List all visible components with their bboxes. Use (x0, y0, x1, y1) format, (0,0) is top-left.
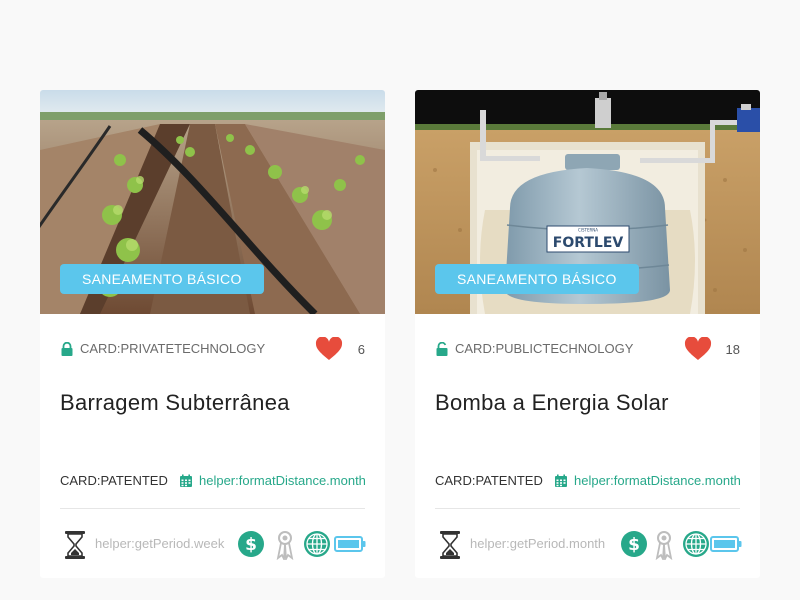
period-text: helper:getPeriod.week (95, 536, 225, 551)
svg-text:CISTERNA: CISTERNA (578, 228, 598, 233)
card-image[interactable]: SANEAMENTO BÁSICO (40, 90, 385, 314)
svg-text:$: $ (245, 535, 257, 555)
heart-icon[interactable] (684, 337, 712, 361)
card-title[interactable]: Bomba a Energia Solar (435, 390, 750, 416)
battery-icon (710, 536, 742, 552)
heart-icon[interactable] (315, 337, 343, 361)
technology-card[interactable]: SANEAMENTO BÁSICO CARD:PRIVATETECHNOLOGY… (40, 90, 385, 578)
svg-text:FORTLEV: FORTLEV (553, 235, 624, 251)
award-ribbon-icon (655, 531, 673, 560)
svg-text:$: $ (628, 535, 640, 555)
date-text: helper:formatDistance.month (574, 473, 741, 488)
card-title[interactable]: Barragem Subterrânea (60, 390, 375, 416)
award-ribbon-icon (276, 531, 294, 560)
dollar-icon: $ (621, 531, 647, 557)
technology-type-label: CARD:PRIVATETECHNOLOGY (80, 341, 266, 356)
battery-icon (334, 536, 366, 552)
globe-icon (683, 531, 709, 557)
patent-row: CARD:PATENTED helper:formatDistance.mont… (435, 472, 760, 492)
patent-row: CARD:PATENTED helper:formatDistance.mont… (60, 472, 385, 492)
like-count: 6 (357, 342, 365, 357)
period-text: helper:getPeriod.month (470, 536, 606, 551)
patent-status: CARD:PATENTED (435, 473, 543, 488)
category-badge[interactable]: SANEAMENTO BÁSICO (435, 264, 639, 294)
card-footer: helper:getPeriod.week $ (60, 528, 366, 560)
technology-type-label: CARD:PUBLICTECHNOLOGY (455, 341, 634, 356)
globe-icon (304, 531, 330, 557)
hourglass-icon (440, 531, 460, 559)
lock-icon (61, 342, 73, 356)
card-image[interactable]: CISTERNA FORTLEV SANEAMENTO BÁSICO (415, 90, 760, 314)
like-count: 18 (725, 342, 740, 357)
technology-card[interactable]: CISTERNA FORTLEV SANEAMENTO BÁSICO CARD:… (415, 90, 760, 578)
dollar-icon: $ (238, 531, 264, 557)
divider (60, 508, 365, 509)
calendar-icon (555, 474, 567, 487)
divider (435, 508, 740, 509)
category-badge[interactable]: SANEAMENTO BÁSICO (60, 264, 264, 294)
patent-status: CARD:PATENTED (60, 473, 168, 488)
card-footer: helper:getPeriod.month $ (435, 528, 742, 560)
calendar-icon (180, 474, 192, 487)
hourglass-icon (65, 531, 85, 559)
unlock-icon (436, 342, 448, 356)
card-meta-row: CARD:PRIVATETECHNOLOGY 6 (60, 337, 365, 361)
card-meta-row: CARD:PUBLICTECHNOLOGY 18 (435, 337, 740, 361)
date-text: helper:formatDistance.month (199, 473, 366, 488)
